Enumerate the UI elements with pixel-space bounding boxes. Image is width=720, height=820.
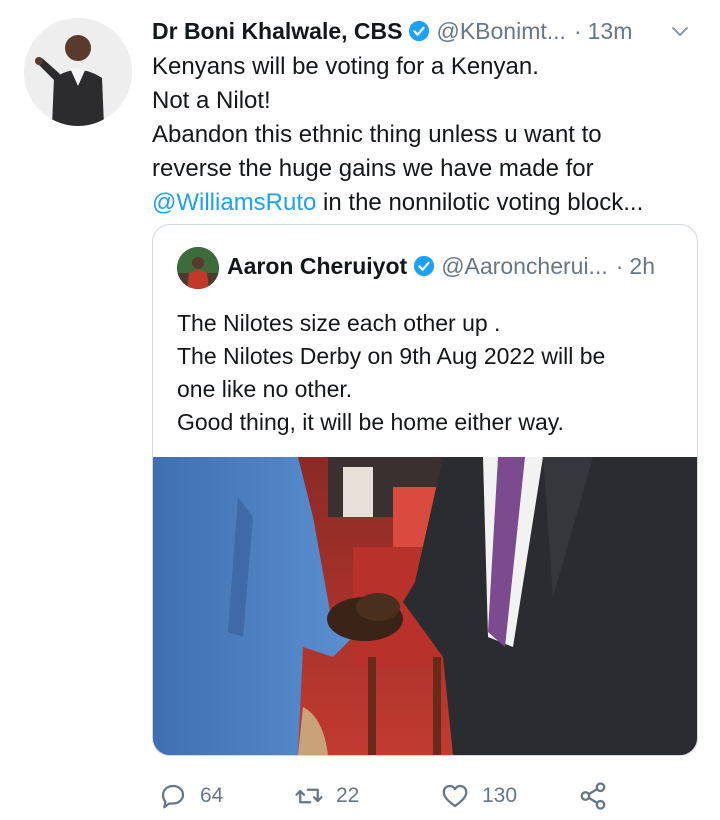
tweet-text-rest: in the nonnilotic voting block... — [316, 189, 644, 216]
verified-badge-icon — [414, 255, 435, 277]
tweet-text-line: Abandon this ethnic thing unless u want … — [152, 121, 602, 148]
tweet-text-line: reverse the huge gains we have made for — [152, 155, 594, 182]
reply-count: 64 — [200, 784, 224, 807]
quoted-text-line: Good thing, it will be home either way. — [177, 409, 564, 435]
quoted-tweet-text: The Nilotes size each other up . The Nil… — [177, 307, 677, 439]
author-handle[interactable]: @KBonimt... — [436, 18, 565, 45]
quoted-text-line: The Nilotes size each other up . — [177, 310, 501, 336]
quoted-text-line: one like no other. — [177, 376, 353, 402]
like-button[interactable]: 130 — [440, 774, 517, 818]
reply-button[interactable]: 64 — [158, 774, 223, 818]
quoted-tweet-time[interactable]: 2h — [629, 253, 655, 280]
author-name[interactable]: Dr Boni Khalwale, CBS — [152, 18, 402, 45]
retweet-count: 22 — [336, 784, 360, 807]
quoted-tweet-photo[interactable] — [153, 457, 697, 755]
tweet-time[interactable]: 13m — [588, 18, 633, 45]
retweet-icon — [295, 788, 323, 804]
separator-dot: · — [573, 17, 582, 44]
tweet-text-line-last: @WilliamsRuto in the nonnilotic voting b… — [152, 186, 712, 220]
verified-badge-icon — [409, 20, 430, 42]
retweet-button[interactable]: 22 — [294, 774, 359, 818]
tweet-actions: 64 22 130 — [152, 774, 712, 818]
mention-link[interactable]: @WilliamsRuto — [152, 189, 316, 216]
reply-icon — [161, 784, 185, 809]
quoted-tweet-header: Aaron Cheruiyot @Aaroncherui... · 2h — [227, 249, 687, 283]
quoted-author-handle[interactable]: @Aaroncherui... — [441, 253, 608, 280]
quoted-text-line: The Nilotes Derby on 9th Aug 2022 will b… — [177, 343, 606, 369]
quoted-author-avatar[interactable] — [177, 247, 219, 289]
chevron-down-icon[interactable] — [668, 20, 692, 44]
tweet-text-line: Not a Nilot! — [152, 87, 271, 114]
separator-dot: · — [615, 252, 624, 279]
like-icon — [442, 784, 468, 808]
share-icon — [580, 782, 606, 810]
tweet-text: Kenyans will be voting for a Kenyan. Not… — [152, 50, 712, 220]
tweet-header: Dr Boni Khalwale, CBS @KBonimt... · 13m — [152, 14, 700, 48]
quoted-author-name[interactable]: Aaron Cheruiyot — [227, 253, 407, 280]
tweet-text-line: Kenyans will be voting for a Kenyan. — [152, 53, 539, 80]
quoted-tweet-card[interactable]: Aaron Cheruiyot @Aaroncherui... · 2h The… — [152, 224, 698, 756]
like-count: 130 — [482, 784, 518, 807]
author-avatar[interactable] — [24, 18, 132, 126]
share-button[interactable] — [578, 774, 620, 818]
